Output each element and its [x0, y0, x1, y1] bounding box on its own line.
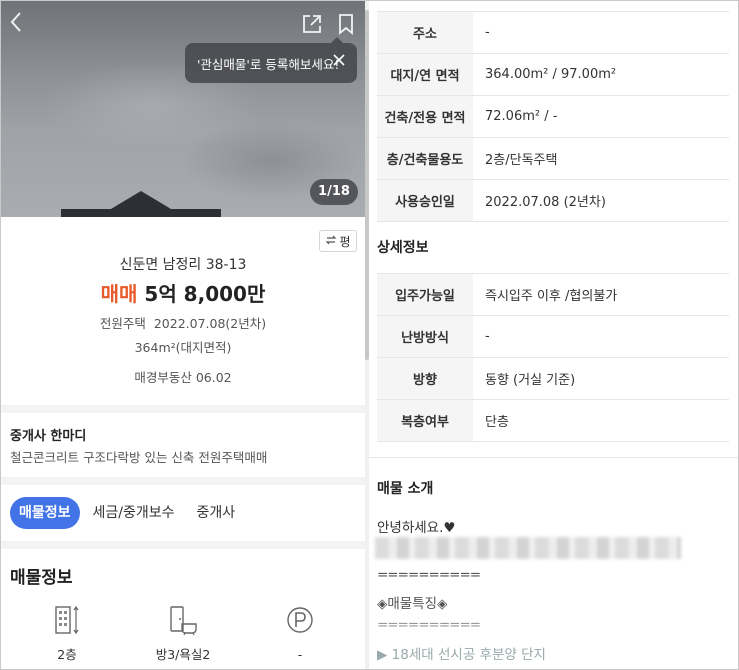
row-key: 복층여부 — [377, 400, 473, 441]
feature-parking: - — [260, 604, 340, 664]
back-chevron-icon[interactable] — [9, 11, 29, 35]
feature-label: 2층 — [57, 647, 77, 662]
detail-info-table: 입주가능일 즉시입주 이후 /협의불가 난방방식 - 방향 동향 (거실 기준)… — [377, 273, 729, 442]
row-value: 즉시입주 이후 /협의불가 — [485, 289, 618, 304]
left-panel: '관심매물'로 등록해보세요! 1/18 평 신둔면 남정리 38-13 매매 … — [1, 1, 365, 669]
row-key: 대지/연 면적 — [377, 54, 473, 95]
deal-type: 매매 — [100, 282, 138, 306]
photo-roof-base — [61, 209, 221, 217]
row-value: 72.06m² / - — [485, 109, 558, 124]
tab-agent[interactable]: 중개사 — [188, 497, 245, 529]
listing-info-title: 매물정보 — [10, 568, 73, 588]
photo-counter: 1/18 — [310, 179, 358, 205]
share-icon[interactable] — [301, 13, 323, 35]
favorite-tooltip: '관심매물'로 등록해보세요! — [185, 37, 357, 83]
table-row: 건축/전용 면적 72.06m² / - — [377, 96, 729, 138]
table-row: 난방방식 - — [377, 316, 729, 358]
section-divider — [1, 541, 365, 549]
section-divider — [1, 405, 365, 413]
detail-info-title: 상세정보 — [377, 240, 429, 256]
detail-tabs: 매물정보 세금/중개보수 중개사 — [10, 497, 244, 529]
blurred-text — [375, 537, 681, 559]
area-unit-toggle[interactable]: 평 — [319, 230, 357, 252]
row-value: 2층/단독주택 — [485, 153, 558, 168]
intro-separator: ========== — [377, 567, 481, 583]
right-panel: 주소 - 대지/연 면적 364.00m² / 97.00m² 건축/전용 면적… — [369, 1, 738, 669]
swap-icon — [325, 234, 337, 249]
feature-floors: 2층 — [27, 604, 107, 664]
house-type: 전원주택 — [99, 316, 146, 331]
table-row: 주소 - — [377, 12, 729, 54]
row-value: - — [485, 329, 490, 344]
agent-remark-title: 중개사 한마디 — [10, 429, 87, 444]
listing-address: 신둔면 남정리 38-13 — [119, 257, 247, 273]
tab-tax-fee[interactable]: 세금/중개보수 — [84, 497, 184, 529]
row-value: 동향 (거실 기준) — [485, 373, 576, 388]
tooltip-text: '관심매물'로 등록해보세요! — [197, 56, 340, 72]
feature-rooms: 방3/욕실2 — [143, 604, 223, 664]
table-row: 복층여부 단층 — [377, 400, 729, 442]
row-value: - — [485, 25, 490, 40]
intro-greeting: 안녕하세요.♥ — [377, 520, 456, 536]
basic-info-table: 주소 - 대지/연 면적 364.00m² / 97.00m² 건축/전용 면적… — [377, 11, 729, 222]
intro-feature-heading: ◈매물특징◈ — [377, 596, 448, 612]
unit-label: 평 — [339, 234, 351, 249]
row-key: 방향 — [377, 358, 473, 399]
price-line: 매매 5억 8,000만 — [1, 279, 365, 309]
row-key: 난방방식 — [377, 316, 473, 357]
listing-summary: 신둔면 남정리 38-13 매매 5억 8,000만 전원주택 2022.07.… — [1, 255, 365, 387]
row-key: 사용승인일 — [377, 180, 473, 221]
section-divider — [369, 457, 738, 458]
close-icon[interactable] — [331, 53, 347, 71]
row-value: 2022.07.08 (2년차) — [485, 195, 606, 210]
bookmark-icon[interactable] — [337, 13, 355, 35]
section-divider — [1, 477, 365, 485]
row-key: 건축/전용 면적 — [377, 96, 473, 137]
table-row: 층/건축물용도 2층/단독주택 — [377, 138, 729, 180]
room-bath-icon — [168, 604, 198, 636]
intro-title: 매물 소개 — [377, 481, 434, 497]
row-value: 단층 — [485, 415, 509, 430]
table-row: 사용승인일 2022.07.08 (2년차) — [377, 180, 729, 222]
row-key: 주소 — [377, 12, 473, 53]
intro-bullet: ▶ 18세대 선시공 후분양 단지 — [377, 647, 546, 663]
house-info: 전원주택 2022.07.08(2년차) — [1, 315, 365, 333]
listing-price: 5억 8,000만 — [144, 282, 266, 306]
row-key: 입주가능일 — [377, 274, 473, 315]
row-key: 층/건축물용도 — [377, 138, 473, 179]
parking-icon — [285, 604, 315, 636]
table-row: 방향 동향 (거실 기준) — [377, 358, 729, 400]
agent-remark-text: 철근콘크리트 구조다락방 있는 신축 전원주택매매 — [10, 450, 268, 465]
row-value: 364.00m² / 97.00m² — [485, 67, 617, 82]
table-row: 입주가능일 즉시입주 이후 /협의불가 — [377, 274, 729, 316]
listing-area: 364m²(대지면적) — [134, 340, 232, 355]
table-row: 대지/연 면적 364.00m² / 97.00m² — [377, 54, 729, 96]
tab-listing-info[interactable]: 매물정보 — [10, 497, 80, 529]
registration-date: 2022.07.08(2년차) — [153, 316, 267, 331]
agent-and-date: 매경부동산 06.02 — [134, 370, 232, 385]
feature-label: 방3/욕실2 — [155, 647, 211, 662]
building-floors-icon — [52, 604, 82, 636]
intro-separator: ========== — [377, 617, 481, 633]
feature-label: - — [297, 647, 303, 662]
listing-photo[interactable]: '관심매물'로 등록해보세요! 1/18 — [1, 1, 365, 217]
